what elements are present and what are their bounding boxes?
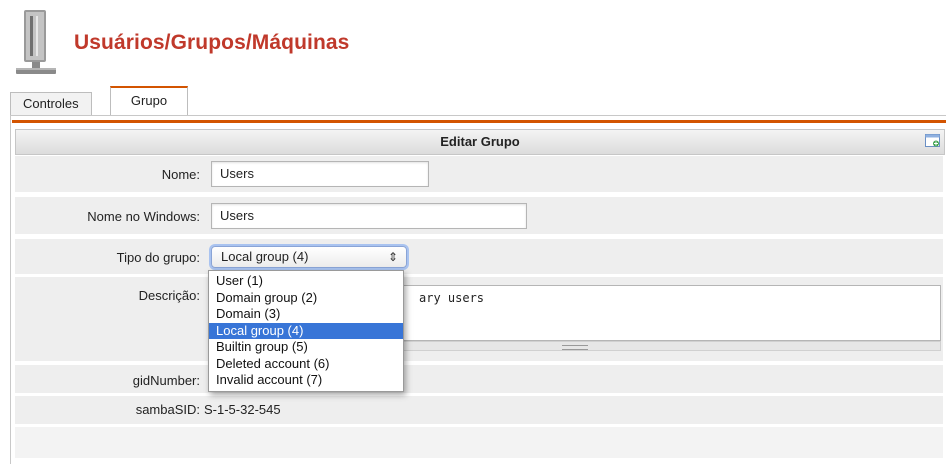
option-invalid-account[interactable]: Invalid account (7) [209,372,403,389]
nome-label: Nome: [161,167,200,182]
samba-sid-label: sambaSID: [135,402,200,417]
samba-sid-value: S-1-5-32-545 [204,402,281,417]
row-gid: gidNumber: [15,365,943,394]
page-title: Usuários/Grupos/Máquinas [74,31,350,54]
row-footer [15,427,943,459]
nome-windows-input[interactable]: Users [211,203,527,229]
tab-controles[interactable]: Controles [10,92,92,115]
resize-grip-icon [562,345,588,350]
tipo-grupo-dropdown: User (1) Domain group (2) Domain (3) Loc… [208,270,404,392]
descricao-text: ary users [419,291,485,305]
row-nome: Nome: Users [15,156,943,193]
new-window-icon[interactable] [925,134,940,147]
form-panel: Editar Grupo Nome: Users Nome no Windows… [10,115,946,464]
row-descricao: Descrição: ary users [15,277,943,362]
row-nome-windows: Nome no Windows: Users [15,197,943,235]
option-domain[interactable]: Domain (3) [209,306,403,323]
accent-line [12,120,946,123]
tipo-grupo-label: Tipo do grupo: [116,250,200,265]
page-header: Usuários/Grupos/Máquinas [0,0,947,80]
option-user[interactable]: User (1) [209,273,403,290]
tipo-grupo-select-value: Local group (4) [221,249,309,264]
select-arrows-icon: ⇕ [387,250,398,264]
nome-input[interactable]: Users [211,161,429,187]
row-samba-sid: sambaSID: S-1-5-32-545 [15,396,943,425]
option-domain-group[interactable]: Domain group (2) [209,290,403,307]
nome-windows-label: Nome no Windows: [87,209,200,224]
gid-label: gidNumber: [132,373,200,388]
tab-bar: Controles Grupo [10,86,940,118]
form-title: Editar Grupo [440,134,520,149]
row-tipo-grupo: Tipo do grupo: Local group (4) ⇕ [15,239,943,275]
descricao-label: Descrição: [138,288,200,303]
server-icon [16,10,56,74]
tab-grupo[interactable]: Grupo [110,86,188,118]
form-header: Editar Grupo [15,129,945,155]
option-local-group[interactable]: Local group (4) [209,322,403,339]
option-deleted-account[interactable]: Deleted account (6) [209,356,403,373]
option-builtin-group[interactable]: Builtin group (5) [209,339,403,356]
tipo-grupo-select[interactable]: Local group (4) ⇕ [211,246,407,268]
